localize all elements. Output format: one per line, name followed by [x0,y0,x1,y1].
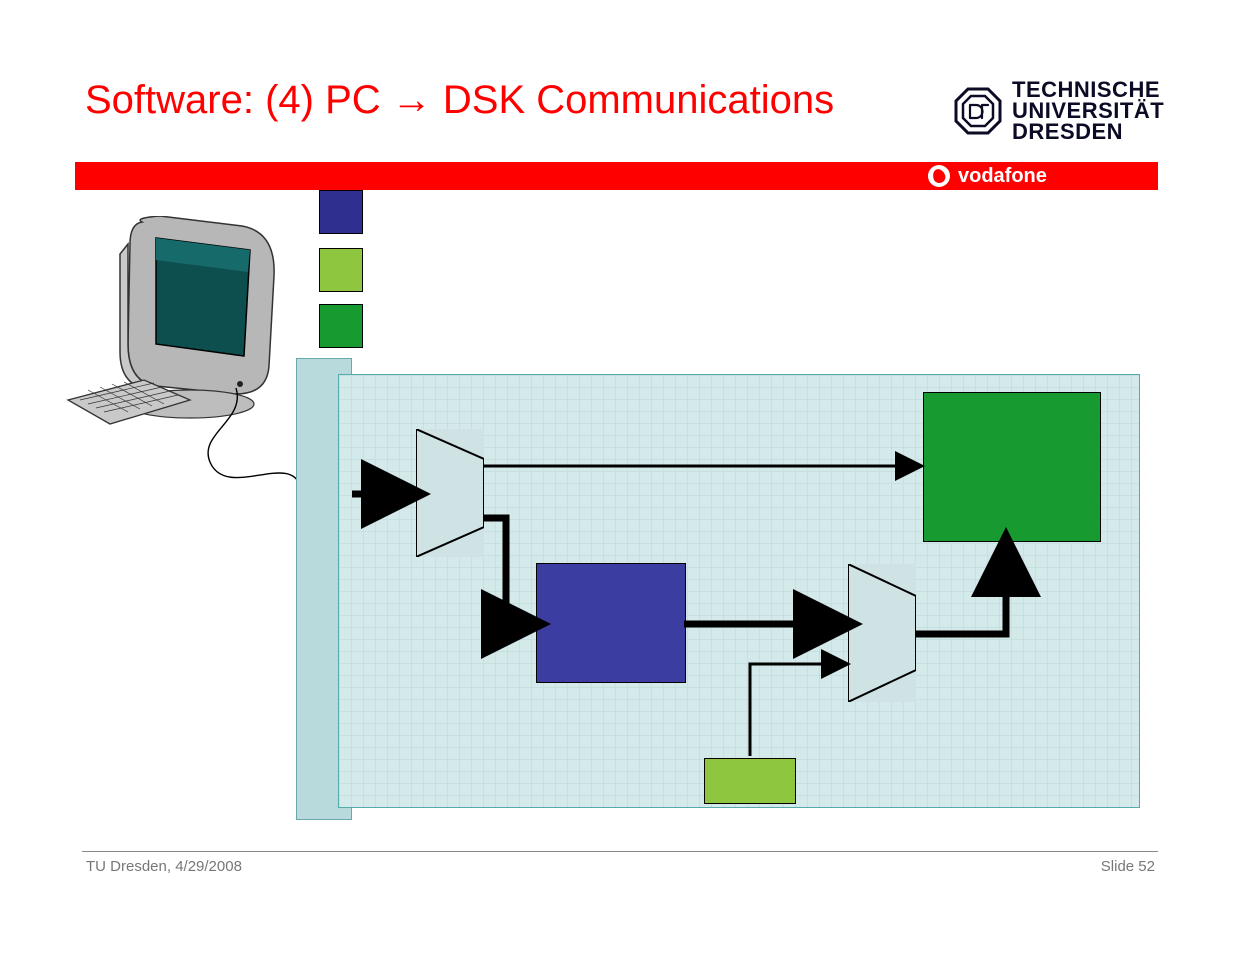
presentation-slide: Software: (4) PC → DSK Communications TE… [0,0,1235,954]
vodafone-drop-icon [928,165,950,187]
tud-logo-text: TECHNISCHE UNIVERSITÄT DRESDEN [1012,80,1164,143]
legend-lime-box [319,248,363,292]
pc-icon [64,216,284,446]
slide-title: Software: (4) PC → DSK Communications [85,78,834,123]
lime-process-box [704,758,796,804]
tud-octagon-icon [954,87,1002,135]
green-process-box [923,392,1101,542]
mux-1 [416,429,484,557]
footer-right: Slide 52 [1101,858,1155,875]
footer-divider [82,851,1158,852]
footer-left: TU Dresden, 4/29/2008 [86,858,242,875]
vodafone-logo: vodafone [928,162,1047,190]
legend-green-box [319,304,363,348]
tud-logo: TECHNISCHE UNIVERSITÄT DRESDEN [954,80,1164,143]
legend-blue-box [319,190,363,234]
blue-process-box [536,563,686,683]
vodafone-text: vodafone [958,165,1047,188]
tud-line3: DRESDEN [1012,122,1164,143]
mux-2 [848,564,916,702]
